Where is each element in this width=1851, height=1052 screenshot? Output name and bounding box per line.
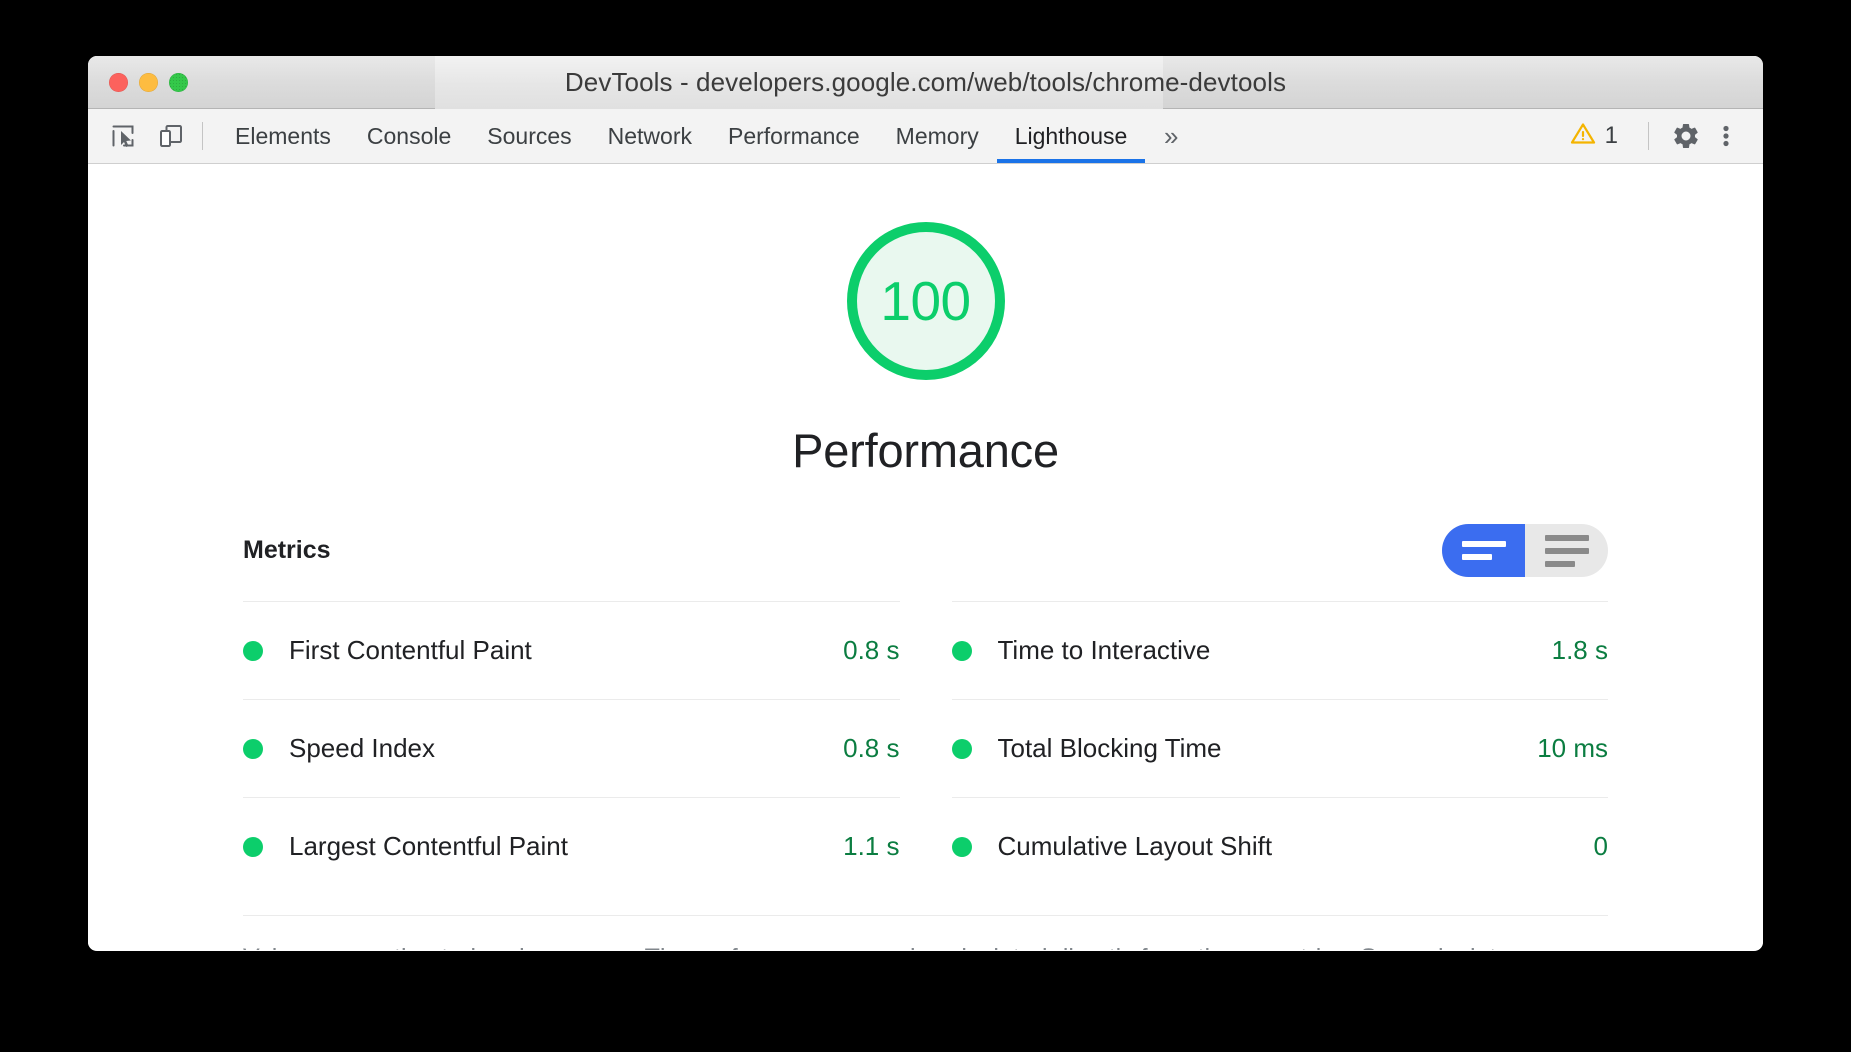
metric-value: 1.8 s — [1551, 635, 1608, 665]
metric-row[interactable]: Speed Index 0.8 s — [243, 699, 900, 797]
expanded-view-toggle[interactable] — [1525, 524, 1608, 577]
toolbar-right-icons: 1 — [1560, 109, 1763, 163]
tab-sources[interactable]: Sources — [469, 109, 589, 163]
metric-row[interactable]: First Contentful Paint 0.8 s — [243, 601, 900, 699]
status-pass-icon — [243, 738, 263, 759]
status-pass-icon — [243, 836, 263, 857]
status-pass-icon — [951, 836, 972, 857]
lighthouse-report: 100 Performance Metrics First Contentful… — [88, 164, 1763, 950]
tab-network[interactable]: Network — [590, 109, 710, 163]
expanded-view-icon — [1544, 534, 1589, 567]
metric-value: 1.1 s — [843, 831, 900, 861]
metrics-view-toggle — [1442, 524, 1608, 577]
window-title: DevTools - developers.google.com/web/too… — [564, 67, 1287, 97]
simple-view-toggle[interactable] — [1442, 524, 1525, 577]
score-gauge-section: 100 Performance — [88, 164, 1763, 478]
metric-row[interactable]: Largest Contentful Paint 1.1 s — [243, 797, 900, 895]
metric-row[interactable]: Cumulative Layout Shift 0 — [951, 797, 1608, 895]
warning-triangle-icon — [1570, 121, 1596, 152]
status-pass-icon — [951, 640, 972, 661]
devtools-toolbar: Elements Console Sources Network Perform… — [88, 109, 1763, 164]
footnote-text-1: Values are estimated and may vary. The — [243, 944, 695, 950]
footnote-text-2: directly from these metrics. — [1048, 944, 1361, 950]
tab-label: Console — [366, 122, 452, 149]
metric-label: Total Blocking Time — [997, 733, 1222, 763]
toolbar-left-icons — [88, 109, 188, 163]
metrics-heading: Metrics — [243, 536, 331, 564]
metric-value: 0.8 s — [843, 733, 900, 763]
metric-value: 10 ms — [1537, 733, 1608, 763]
devtools-tabs: Elements Console Sources Network Perform… — [217, 109, 1197, 163]
toolbar-divider — [202, 122, 203, 150]
more-tabs-chevron-icon[interactable]: » — [1145, 109, 1197, 163]
gear-icon[interactable] — [1669, 119, 1703, 153]
warning-count: 1 — [1604, 122, 1618, 149]
category-title: Performance — [792, 424, 1059, 477]
tab-memory[interactable]: Memory — [878, 109, 997, 163]
tab-label: Sources — [487, 122, 572, 149]
status-pass-icon — [243, 640, 263, 661]
metric-row[interactable]: Time to Interactive 1.8 s — [951, 601, 1608, 699]
inspect-cursor-icon[interactable] — [106, 119, 140, 153]
metric-label: Time to Interactive — [997, 635, 1211, 665]
tab-lighthouse[interactable]: Lighthouse — [996, 109, 1146, 163]
status-pass-icon — [951, 738, 972, 759]
tab-label: Lighthouse — [1014, 122, 1128, 149]
tab-elements[interactable]: Elements — [217, 109, 349, 163]
metrics-grid: First Contentful Paint 0.8 s Time to Int… — [243, 601, 1608, 895]
tab-label: Performance — [728, 122, 860, 149]
metric-row[interactable]: Total Blocking Time 10 ms — [951, 699, 1608, 797]
toolbar-right-divider — [1648, 122, 1649, 150]
metric-value: 0 — [1593, 831, 1608, 861]
tab-label: Network — [607, 122, 692, 149]
tab-label: Elements — [235, 122, 331, 149]
metric-label: Largest Contentful Paint — [289, 831, 568, 861]
tab-label: Memory — [895, 122, 979, 149]
metric-label: First Contentful Paint — [289, 635, 532, 665]
metric-value: 0.8 s — [843, 635, 900, 665]
window-titlebar: DevTools - developers.google.com/web/too… — [88, 56, 1763, 109]
kebab-menu-icon[interactable] — [1709, 119, 1743, 153]
see-calculator-link[interactable]: See calculator. — [1360, 944, 1524, 950]
tab-performance[interactable]: Performance — [710, 109, 878, 163]
metric-label: Speed Index — [289, 733, 436, 763]
metrics-footnote: Values are estimated and may vary. The p… — [243, 915, 1608, 950]
device-toolbar-icon[interactable] — [154, 119, 188, 153]
simple-view-icon — [1461, 541, 1506, 560]
screenshot-root: DevTools - developers.google.com/web/too… — [0, 0, 1851, 1052]
metrics-header: Metrics — [243, 524, 1608, 577]
score-value: 100 — [880, 269, 971, 332]
tab-console[interactable]: Console — [349, 109, 469, 163]
performance-score-gauge[interactable]: 100 — [846, 222, 1005, 380]
metric-label: Cumulative Layout Shift — [997, 831, 1273, 861]
performance-score-link[interactable]: performance score is calculated — [695, 944, 1048, 950]
warnings-button[interactable]: 1 — [1560, 121, 1628, 152]
devtools-window: DevTools - developers.google.com/web/too… — [88, 56, 1763, 951]
